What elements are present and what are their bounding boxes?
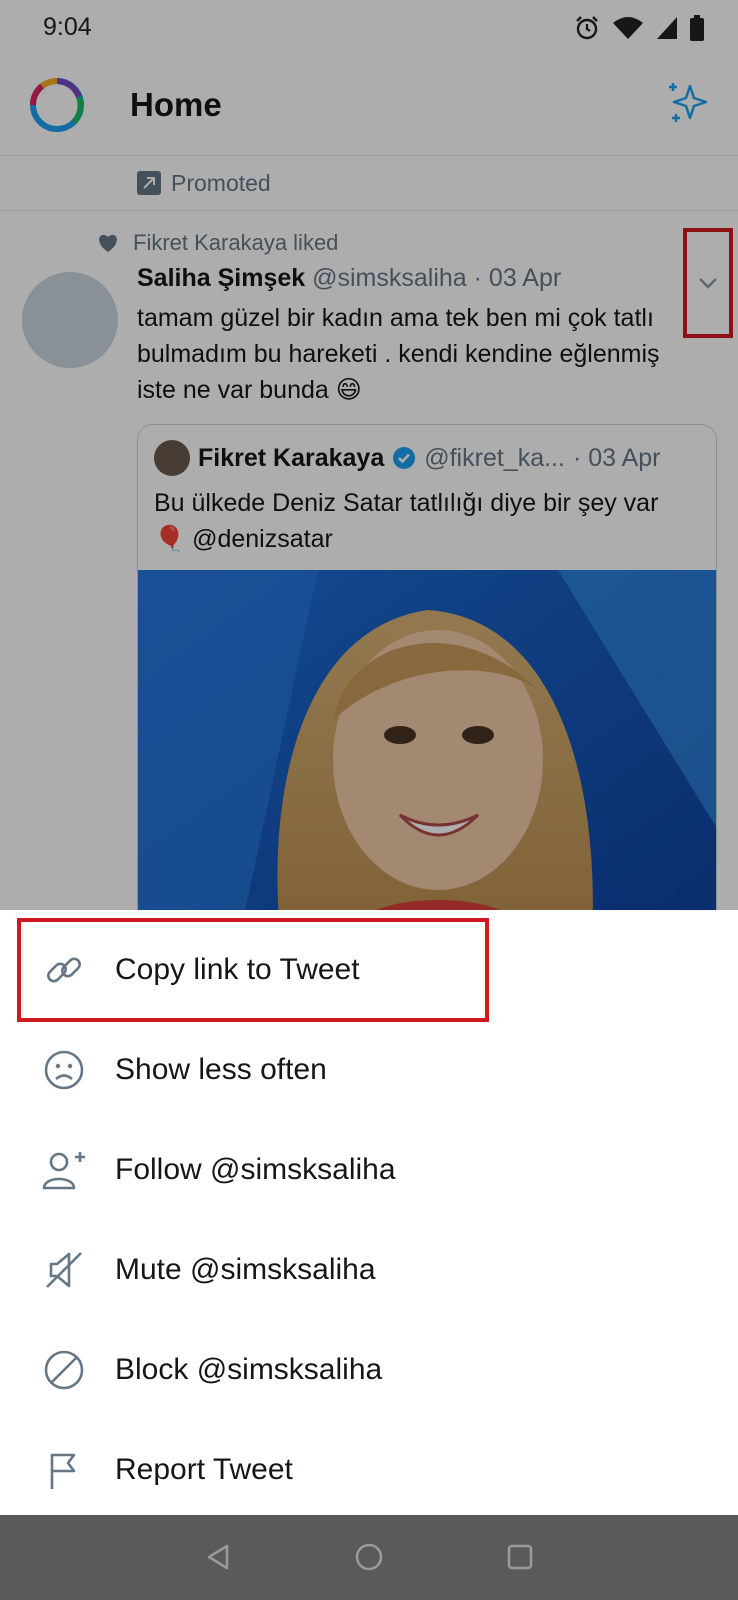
menu-item-follow[interactable]: Follow @simsksaliha bbox=[0, 1120, 738, 1220]
home-button[interactable] bbox=[347, 1535, 391, 1579]
back-button[interactable] bbox=[196, 1535, 240, 1579]
liked-by-label: Fikret Karakaya liked bbox=[133, 230, 339, 255]
recents-button[interactable] bbox=[498, 1535, 542, 1579]
block-icon bbox=[40, 1346, 88, 1394]
author-name[interactable]: Saliha Şimşek bbox=[137, 264, 305, 292]
tweet-date: · 03 Apr bbox=[473, 264, 562, 292]
verified-badge-icon bbox=[393, 447, 416, 469]
sad-face-icon bbox=[40, 1046, 88, 1094]
author-handle[interactable]: @simsksaliha bbox=[312, 264, 467, 292]
mute-icon bbox=[40, 1246, 88, 1294]
tweet-options-sheet: Copy link to Tweet Show less often Follo… bbox=[0, 910, 738, 1515]
tweet-text: tamam güzel bir kadın ama tek ben mi çok… bbox=[137, 304, 660, 404]
quoted-author-name: Fikret Karakaya bbox=[198, 443, 385, 472]
social-context: Fikret Karakaya liked bbox=[97, 228, 338, 258]
alarm-icon bbox=[576, 16, 598, 40]
recents-square-icon bbox=[507, 1544, 533, 1570]
quoted-tweet-text: Bu ülkede Deniz Satar tatlılığı diye bir… bbox=[154, 489, 659, 553]
flag-icon bbox=[40, 1446, 88, 1494]
menu-item-mute[interactable]: Mute @simsksaliha bbox=[0, 1220, 738, 1320]
menu-item-label: Report Tweet bbox=[115, 1453, 293, 1486]
system-nav-bar bbox=[0, 1515, 738, 1600]
app-header: Home bbox=[0, 54, 738, 156]
back-triangle-icon bbox=[207, 1544, 229, 1570]
menu-item-label: Mute @simsksaliha bbox=[115, 1253, 376, 1286]
timeline: Promoted Fikret Karakaya liked Saliha Şi… bbox=[0, 156, 738, 910]
quoted-avatar bbox=[154, 440, 190, 476]
quoted-tweet-date: · 03 Apr bbox=[572, 443, 661, 472]
menu-item-label: Copy link to Tweet bbox=[115, 953, 360, 986]
menu-item-label: Show less often bbox=[115, 1053, 327, 1086]
tweet-divider bbox=[0, 210, 738, 211]
status-icons bbox=[574, 14, 704, 42]
quoted-author-handle: @fikret_ka... bbox=[424, 443, 565, 472]
quoted-tweet-header: Fikret Karakaya @fikret_ka... · 03 Apr bbox=[154, 439, 661, 477]
page-title: Home bbox=[130, 86, 222, 123]
app-logo-icon[interactable] bbox=[28, 76, 86, 134]
menu-item-block[interactable]: Block @simsksaliha bbox=[0, 1320, 738, 1420]
battery-icon bbox=[690, 15, 704, 41]
promoted-row: Promoted bbox=[137, 156, 271, 210]
sparkle-icon[interactable] bbox=[664, 80, 710, 126]
chevron-down-icon bbox=[699, 278, 717, 289]
follow-user-icon bbox=[40, 1146, 88, 1194]
menu-item-label: Block @simsksaliha bbox=[115, 1353, 383, 1386]
status-bar: 9:04 bbox=[0, 0, 738, 54]
status-time: 9:04 bbox=[43, 13, 92, 41]
wifi-icon bbox=[613, 17, 643, 39]
quoted-tweet[interactable]: Fikret Karakaya @fikret_ka... · 03 Apr B… bbox=[137, 424, 717, 910]
promoted-label: Promoted bbox=[171, 169, 271, 196]
cell-signal-icon bbox=[657, 17, 677, 39]
link-icon bbox=[40, 946, 88, 994]
media-image bbox=[138, 570, 716, 910]
promoted-icon bbox=[137, 171, 161, 195]
menu-item-label: Follow @simsksaliha bbox=[115, 1153, 396, 1186]
avatar[interactable] bbox=[22, 272, 118, 368]
tweet-header: Saliha Şimşek @simsksaliha · 03 Apr bbox=[137, 264, 677, 293]
menu-item-report[interactable]: Report Tweet bbox=[0, 1420, 738, 1520]
menu-item-show-less[interactable]: Show less often bbox=[0, 1020, 738, 1120]
home-circle-icon bbox=[355, 1543, 383, 1571]
menu-item-copy-link[interactable]: Copy link to Tweet bbox=[0, 920, 738, 1020]
quoted-tweet-media[interactable] bbox=[138, 570, 716, 910]
heart-icon bbox=[99, 234, 117, 252]
